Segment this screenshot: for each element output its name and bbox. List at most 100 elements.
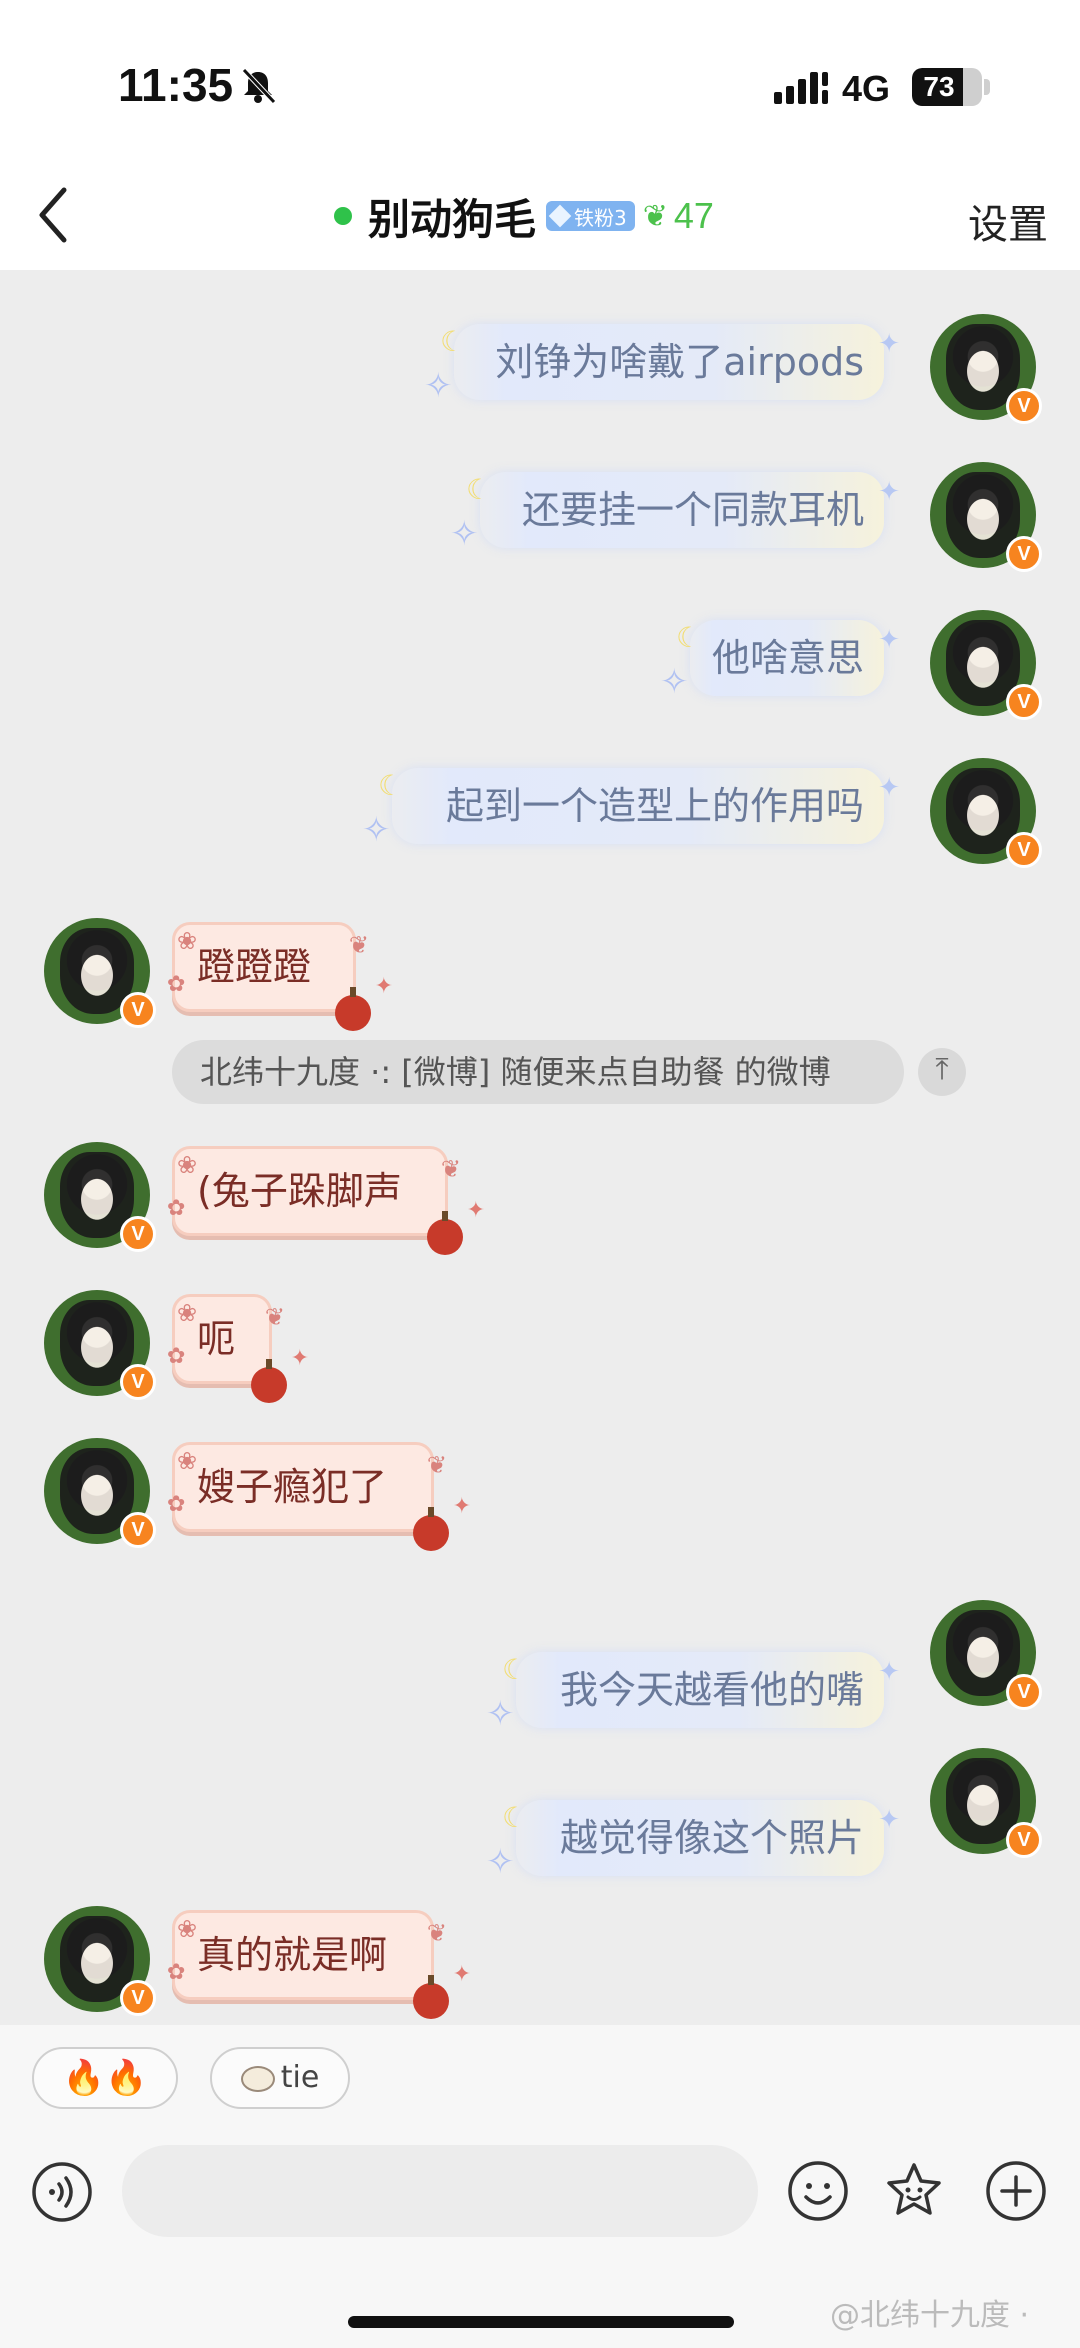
avatar[interactable]: V (44, 1906, 156, 2016)
avatar[interactable]: V (44, 1438, 156, 1548)
bow-decoration-icon: ❦ (264, 1303, 285, 1331)
emoji-icon[interactable] (786, 2159, 850, 2223)
apple-decoration-icon (335, 987, 371, 1031)
avatar[interactable]: V (44, 1142, 156, 1252)
bell-muted-icon (242, 68, 276, 104)
planet-decoration-icon: ✧ (424, 366, 453, 406)
avatar[interactable]: V (44, 1290, 156, 1400)
message-list[interactable]: ☾ ✦ ✧ 刘铮为啥戴了airpods V ☾ ✦ ✧ 还要挂一个同款耳机 V … (0, 270, 1080, 2025)
quick-reply-fire[interactable]: 🔥🔥 (32, 2047, 178, 2109)
avatar[interactable]: V (930, 462, 1042, 572)
status-bar: 11:35 4G 73 (0, 0, 1080, 160)
sparkle-icon: ✦ (878, 625, 900, 655)
message-text: 我今天越看他的嘴 (559, 1668, 864, 1712)
sparkle-icon: ✦ (878, 1657, 900, 1687)
ribbon-decoration-icon: ✿ (167, 1344, 186, 1369)
verified-badge-icon: V (1006, 832, 1042, 868)
sparkle-icon: ✦ (452, 1494, 471, 1519)
verified-badge-icon: V (1006, 1822, 1042, 1858)
message-bubble-received[interactable]: ❀ ❦ ✿ ✦ 真的就是啊 (167, 1910, 471, 2019)
verified-badge-icon: V (120, 992, 156, 1028)
planet-decoration-icon: ✧ (362, 810, 391, 850)
ribbon-decoration-icon: ✿ (167, 972, 186, 997)
planet-decoration-icon: ✧ (486, 1842, 515, 1882)
sparkle-icon: ✦ (452, 1962, 471, 1987)
sparkle-icon: ✦ (466, 1198, 485, 1223)
avatar[interactable]: V (44, 918, 156, 1028)
verified-badge-icon: V (1006, 536, 1042, 572)
message-bubble-received[interactable]: ❀ ❦ ✿ ✦ 蹬蹬蹬 (167, 922, 393, 1031)
verified-badge-icon: V (1006, 1674, 1042, 1710)
sparkle-icon: ✦ (374, 974, 393, 999)
avatar[interactable]: V (930, 1748, 1042, 1858)
apple-decoration-icon (413, 1975, 449, 2019)
message-text: (兔子跺脚声 (197, 1169, 402, 1213)
avatar[interactable]: V (930, 314, 1042, 424)
apple-decoration-icon (251, 1359, 287, 1403)
battery-level: 73 (923, 71, 955, 102)
diamond-icon (548, 204, 572, 228)
message-text: 呃 (197, 1317, 236, 1361)
sticker-icon[interactable] (882, 2159, 946, 2223)
quoted-post-text: 北纬十九度 ·: [微博] 随便来点自助餐 的微博 (200, 1053, 831, 1091)
sparkle-icon: ✦ (878, 329, 900, 359)
group-title-area[interactable]: 别动狗毛 铁粉3 ❦ 47 (334, 186, 714, 246)
message-text: 越觉得像这个照片 (559, 1816, 864, 1860)
fan-level-label: 铁粉3 (574, 205, 627, 230)
member-count: 47 (673, 195, 714, 236)
message-text: 嫂子瘾犯了 (197, 1465, 388, 1509)
message-bubble-sent[interactable]: ☾ ✦ ✧ 我今天越看他的嘴 (486, 1652, 900, 1734)
message-input[interactable] (122, 2145, 758, 2237)
planet-decoration-icon: ✧ (450, 514, 479, 554)
message-bubble-sent[interactable]: ☾ ✦ ✧ 越觉得像这个照片 (486, 1800, 900, 1882)
message-bubble-sent[interactable]: ☾ ✦ ✧ 还要挂一个同款耳机 (450, 472, 900, 554)
sheep-icon (240, 2065, 275, 2092)
verified-badge-icon: V (120, 1980, 156, 2016)
message-text: 刘铮为啥戴了airpods (495, 340, 864, 384)
home-indicator[interactable] (348, 2316, 734, 2328)
settings-button[interactable]: 设置 (968, 192, 1048, 250)
quick-reply-fire-label: 🔥🔥 (62, 2058, 148, 2098)
online-dot (334, 207, 352, 225)
plus-icon[interactable] (984, 2159, 1048, 2223)
sparkle-icon: ✦ (878, 477, 900, 507)
bow-decoration-icon: ❦ (426, 1451, 447, 1479)
group-title: 别动狗毛 (368, 194, 537, 244)
message-bubble-sent[interactable]: ☾ ✦ ✧ 他啥意思 (660, 620, 900, 702)
bow-decoration-icon: ❦ (440, 1155, 461, 1183)
verified-badge-icon: V (120, 1512, 156, 1548)
ribbon-decoration-icon: ✿ (167, 1196, 186, 1221)
message-bubble-sent[interactable]: ☾ ✦ ✧ 刘铮为啥戴了airpods (424, 324, 900, 406)
verified-badge-icon: V (1006, 388, 1042, 424)
message-text: 他啥意思 (711, 636, 864, 680)
fan-level-badge: 铁粉3 (546, 201, 635, 231)
verified-badge-icon: V (120, 1216, 156, 1252)
sparkle-icon: ✦ (878, 773, 900, 803)
green-bow-icon: ❦ (642, 198, 668, 234)
message-bubble-sent[interactable]: ☾ ✦ ✧ 起到一个造型上的作用吗 (362, 768, 900, 850)
pin-top-icon[interactable]: ⤒ (918, 1048, 966, 1096)
quoted-post-bar[interactable]: 北纬十九度 ·: [微博] 随便来点自助餐 的微博 (172, 1040, 904, 1104)
status-time: 11:35 (118, 59, 234, 111)
message-bubble-received[interactable]: ❀ ❦ ✿ ✦ 呃 (167, 1294, 309, 1403)
ribbon-decoration-icon: ✿ (167, 1492, 186, 1517)
message-bubble-received[interactable]: ❀ ❦ ✿ ✦ 嫂子瘾犯了 (167, 1442, 471, 1551)
quick-reply-sheep[interactable]: tie (210, 2047, 350, 2109)
apple-decoration-icon (427, 1211, 463, 1255)
avatar[interactable]: V (930, 610, 1042, 720)
bow-decoration-icon: ❦ (348, 931, 369, 959)
verified-badge-icon: V (1006, 684, 1042, 720)
planet-decoration-icon: ✧ (486, 1694, 515, 1734)
chat-header: 别动狗毛 铁粉3 ❦ 47 设置 (0, 160, 1080, 270)
apple-decoration-icon (413, 1507, 449, 1551)
planet-decoration-icon: ✧ (660, 662, 689, 702)
bow-decoration-icon: ❦ (426, 1919, 447, 1947)
avatar[interactable]: V (930, 1600, 1042, 1710)
message-bubble-received[interactable]: ❀ ❦ ✿ ✦ (兔子跺脚声 (167, 1146, 485, 1255)
back-button[interactable] (24, 182, 84, 248)
message-text: 真的就是啊 (197, 1933, 388, 1977)
quick-reply-bar: 🔥🔥 tie (0, 2025, 1080, 2125)
voice-icon[interactable] (30, 2160, 94, 2224)
signal-icon (774, 72, 828, 104)
avatar[interactable]: V (930, 758, 1042, 868)
